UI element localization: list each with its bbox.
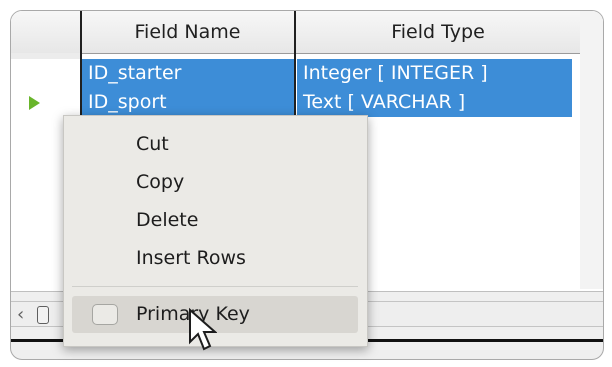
header-field-name[interactable]: Field Name — [81, 11, 294, 53]
play-triangle-icon — [29, 96, 40, 110]
table-row[interactable]: ID_starter Integer [ INTEGER ] — [11, 59, 603, 89]
menu-item-insert-rows[interactable]: Insert Rows — [136, 244, 246, 272]
grid-edge — [580, 11, 603, 289]
field-name-cell[interactable]: ID_sport — [82, 88, 294, 117]
menu-item-copy[interactable]: Copy — [136, 168, 184, 196]
field-type-cell[interactable]: Integer [ INTEGER ] — [297, 59, 572, 88]
scroll-thumb[interactable] — [37, 306, 49, 324]
field-type-cell[interactable]: Text [ VARCHAR ] — [297, 88, 572, 117]
table-row[interactable]: ID_sport Text [ VARCHAR ] — [11, 88, 603, 118]
header-field-type[interactable]: Field Type — [296, 11, 580, 53]
checkbox-icon[interactable] — [92, 304, 118, 325]
menu-item-delete[interactable]: Delete — [136, 206, 198, 234]
menu-separator — [72, 286, 358, 287]
mouse-pointer-icon — [189, 307, 217, 351]
field-name-cell[interactable]: ID_starter — [82, 59, 294, 88]
menu-item-cut[interactable]: Cut — [136, 130, 169, 158]
chevron-left-icon[interactable]: ‹ — [17, 304, 24, 325]
grid-header: Field Name Field Type — [11, 11, 603, 54]
